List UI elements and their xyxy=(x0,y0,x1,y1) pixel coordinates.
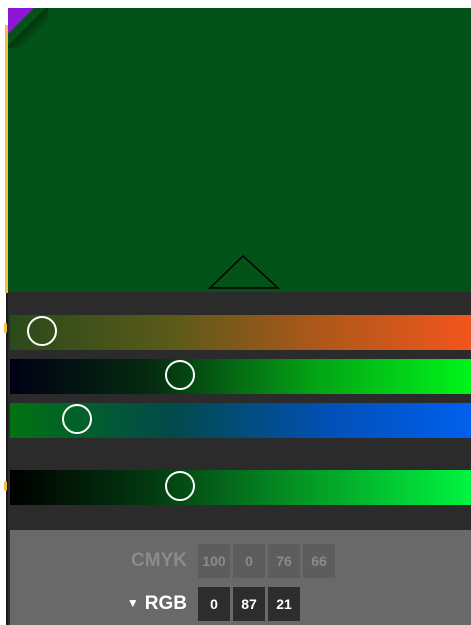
rgb-mode-label: RGB xyxy=(144,593,187,614)
collapse-triangle-icon[interactable] xyxy=(208,254,282,290)
color-swatch[interactable] xyxy=(8,8,471,292)
slider-thumb[interactable] xyxy=(62,404,92,434)
slider-thumb[interactable] xyxy=(165,471,195,501)
dropdown-arrow-icon[interactable]: ▼ xyxy=(127,596,139,610)
color-picker-panel: CMYK 100 0 76 66 ▼ RGB 0 87 21 xyxy=(8,8,471,625)
rgb-mode-selector[interactable]: ▼ RGB xyxy=(102,593,187,615)
slider-thumb[interactable] xyxy=(165,360,195,390)
cmyk-k-value[interactable]: 66 xyxy=(303,544,335,578)
corner-shadow xyxy=(8,8,48,48)
color-slider-3[interactable] xyxy=(10,403,471,438)
slider-edge-marker xyxy=(4,481,7,491)
rgb-b-value[interactable]: 21 xyxy=(268,587,300,621)
slider-edge-marker xyxy=(4,323,7,333)
color-slider-4[interactable] xyxy=(10,470,471,505)
cmyk-y-value[interactable]: 76 xyxy=(268,544,300,578)
cmyk-mode-label[interactable]: CMYK xyxy=(115,550,187,572)
color-value-readout: CMYK 100 0 76 66 ▼ RGB 0 87 21 xyxy=(10,530,471,625)
cmyk-c-value[interactable]: 100 xyxy=(198,544,230,578)
color-slider-1[interactable] xyxy=(10,315,471,350)
rgb-g-value[interactable]: 87 xyxy=(233,587,265,621)
cmyk-m-value[interactable]: 0 xyxy=(233,544,265,578)
slider-thumb[interactable] xyxy=(27,316,57,346)
rgb-r-value[interactable]: 0 xyxy=(198,587,230,621)
color-slider-2[interactable] xyxy=(10,359,471,394)
